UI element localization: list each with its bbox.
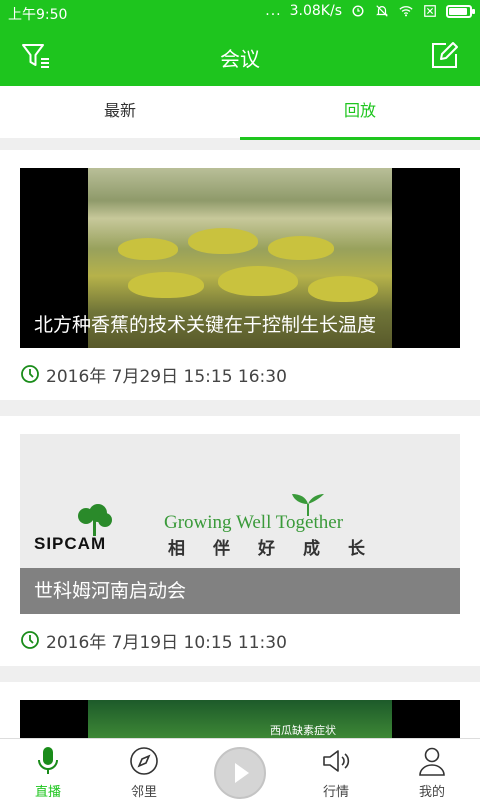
meeting-card[interactable]: SIPCAM Growing Well Together 相伴好成长 世科姆河南…: [0, 416, 480, 666]
tab-latest[interactable]: 最新: [0, 86, 240, 138]
video-thumbnail[interactable]: 西瓜缺素症状: [20, 700, 460, 740]
clock-icon: [21, 631, 39, 649]
nav-label: 行情: [322, 785, 349, 800]
bottom-nav: 直播 邻里 行情 我的: [0, 738, 480, 800]
microphone-icon: [38, 747, 58, 774]
mute-icon: [376, 5, 388, 17]
nav-profile[interactable]: 我的: [384, 739, 480, 800]
alarm-icon: [352, 5, 364, 17]
nav-neighbors[interactable]: 邻里: [96, 739, 192, 800]
wifi-icon: [399, 6, 413, 17]
meeting-time: 2016年 7月29日 15:15 16:30: [20, 348, 460, 400]
meeting-time: 2016年 7月19日 10:15 11:30: [20, 614, 460, 666]
status-time: 上午9:50: [8, 7, 68, 23]
field-scene: [88, 700, 392, 740]
video-title: 世科姆河南启动会: [20, 568, 460, 614]
compass-icon: [130, 747, 158, 775]
tree-logo-icon: [78, 504, 112, 536]
battery-icon: [446, 4, 475, 18]
meeting-card[interactable]: 西瓜缺素症状: [0, 682, 480, 740]
speaker-icon: [323, 750, 350, 772]
edit-icon[interactable]: [428, 40, 460, 72]
thumb-tagline: Growing Well Together: [164, 512, 344, 533]
nav-label: 直播: [34, 785, 61, 800]
video-thumbnail[interactable]: SIPCAM Growing Well Together 相伴好成长 世科姆河南…: [20, 434, 460, 614]
meeting-datetime: 2016年 7月29日 15:15 16:30: [46, 366, 287, 387]
play-icon: [235, 763, 249, 783]
meeting-datetime: 2016年 7月19日 10:15 11:30: [46, 632, 287, 653]
status-icons: ... 3.08K/s: [265, 3, 475, 19]
no-sim-icon: [424, 5, 436, 17]
tab-replay[interactable]: 回放: [240, 86, 480, 140]
nav-label: 我的: [418, 785, 445, 800]
nav-live[interactable]: 直播: [0, 739, 96, 800]
net-speed: 3.08K/s: [289, 3, 342, 19]
video-thumbnail[interactable]: 北方种香蕉的技术关键在于控制生长温度: [20, 168, 460, 348]
clock-icon: [21, 365, 39, 383]
thumb-label: 西瓜缺素症状: [270, 724, 336, 737]
video-title: 北方种香蕉的技术关键在于控制生长温度: [34, 314, 377, 336]
nav-play[interactable]: [192, 739, 288, 800]
status-bar: 上午9:50 ... 3.08K/s: [0, 0, 480, 26]
meeting-list: 北方种香蕉的技术关键在于控制生长温度 2016年 7月29日 15:15 16:…: [0, 150, 480, 756]
nav-label: 邻里: [130, 785, 157, 800]
nav-market[interactable]: 行情: [288, 739, 384, 800]
thumb-brand: SIPCAM: [34, 534, 107, 553]
thumb-chinese-slogan: 相伴好成长: [168, 539, 393, 559]
play-button[interactable]: [214, 747, 266, 799]
meeting-card[interactable]: 北方种香蕉的技术关键在于控制生长温度 2016年 7月29日 15:15 16:…: [0, 150, 480, 400]
user-icon: [419, 747, 445, 776]
app-bar: 会议: [0, 26, 480, 86]
tab-bar: 最新 回放: [0, 86, 480, 140]
page-title: 会议: [220, 47, 260, 71]
status-more: ...: [265, 3, 282, 19]
